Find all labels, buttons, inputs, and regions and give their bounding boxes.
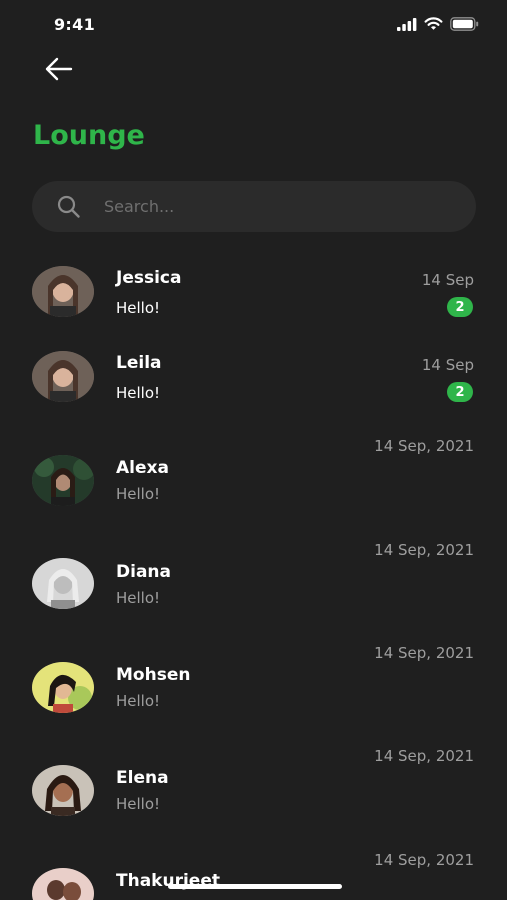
chat-date: 14 Sep, 2021 bbox=[374, 437, 474, 455]
avatar bbox=[32, 558, 94, 609]
chat-date: 14 Sep, 2021 bbox=[374, 541, 474, 559]
avatar bbox=[32, 662, 94, 713]
chat-message: Hello! bbox=[116, 485, 161, 503]
avatar bbox=[32, 455, 94, 506]
chat-name: Elena bbox=[116, 768, 169, 788]
chat-message: Hello! bbox=[116, 299, 161, 317]
chat-date: 14 Sep, 2021 bbox=[374, 644, 474, 662]
chat-message: Hello! bbox=[116, 384, 161, 402]
chat-date: 14 Sep, 2021 bbox=[374, 747, 474, 765]
unread-badge: 2 bbox=[447, 297, 473, 317]
chat-name: Leila bbox=[116, 353, 162, 373]
chat-message: Hello! bbox=[116, 692, 161, 710]
chat-list: Jessica Hello! 14 Sep 2 Leila Hello! 14 … bbox=[0, 0, 507, 900]
avatar bbox=[32, 765, 94, 816]
chat-date: 14 Sep bbox=[421, 356, 474, 374]
avatar bbox=[32, 266, 94, 317]
chat-name: Diana bbox=[116, 562, 171, 582]
avatar bbox=[32, 868, 94, 900]
chat-date: 14 Sep bbox=[421, 271, 474, 289]
chat-message: Hello! bbox=[116, 589, 161, 607]
chat-name: Jessica bbox=[116, 268, 182, 288]
chat-date: 14 Sep, 2021 bbox=[374, 851, 474, 869]
chat-name: Mohsen bbox=[116, 665, 191, 685]
chat-name: Alexa bbox=[116, 458, 169, 478]
unread-badge: 2 bbox=[447, 382, 473, 402]
home-indicator bbox=[168, 884, 342, 889]
avatar bbox=[32, 351, 94, 402]
chat-message: Hello! bbox=[116, 795, 161, 813]
